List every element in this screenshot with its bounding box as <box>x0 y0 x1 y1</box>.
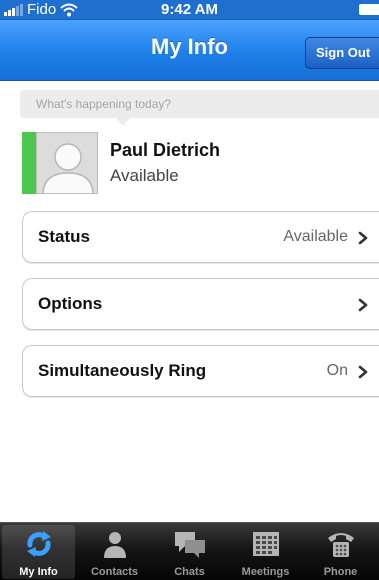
speech-bubble-tail <box>116 118 130 126</box>
avatar[interactable] <box>36 132 98 194</box>
sign-out-button[interactable]: Sign Out <box>305 37 379 69</box>
tab-label: My Info <box>19 566 58 578</box>
status-message-input[interactable] <box>20 90 379 118</box>
navigation-bar: My Info Sign Out <box>0 20 379 81</box>
tab-contacts[interactable]: Contacts <box>78 525 151 579</box>
tab-label: Chats <box>174 566 205 578</box>
chat-bubbles-icon <box>174 532 205 558</box>
person-icon <box>103 532 126 558</box>
row-value: On <box>326 362 348 379</box>
chevron-right-icon <box>358 231 368 245</box>
tab-meetings[interactable]: Meetings <box>229 525 302 579</box>
status-message-box <box>20 90 379 118</box>
tab-my-info[interactable]: My Info <box>2 525 75 579</box>
options-row[interactable]: Options <box>22 278 379 330</box>
row-value: Available <box>283 228 348 245</box>
calendar-icon <box>252 532 279 556</box>
simultaneously-ring-row[interactable]: Simultaneously Ring On <box>22 345 379 397</box>
tab-phone[interactable]: Phone <box>304 525 377 579</box>
profile-name: Paul Dietrich <box>110 140 221 160</box>
clock: 9:42 AM <box>161 1 218 18</box>
row-label: Simultaneously Ring <box>38 361 207 380</box>
profile-status: Available <box>110 166 179 185</box>
sync-arrows-icon <box>26 531 51 557</box>
tab-bar: My Info Contacts Chats Meetings Phone <box>0 522 379 580</box>
tab-label: Contacts <box>90 566 139 578</box>
tab-chats[interactable]: Chats <box>153 525 226 579</box>
default-avatar-icon <box>37 133 97 193</box>
tab-label: Phone <box>323 566 358 578</box>
presence-indicator <box>22 132 36 194</box>
status-bar: Fido 9:42 AM <box>0 0 379 20</box>
tab-label: Meetings <box>241 566 290 578</box>
phone-icon <box>327 533 354 557</box>
row-label: Status <box>38 227 90 246</box>
battery-icon <box>359 4 379 15</box>
status-row[interactable]: Status Available <box>22 211 379 263</box>
chevron-right-icon <box>358 298 368 312</box>
row-label: Options <box>38 294 103 313</box>
chevron-right-icon <box>358 365 368 379</box>
